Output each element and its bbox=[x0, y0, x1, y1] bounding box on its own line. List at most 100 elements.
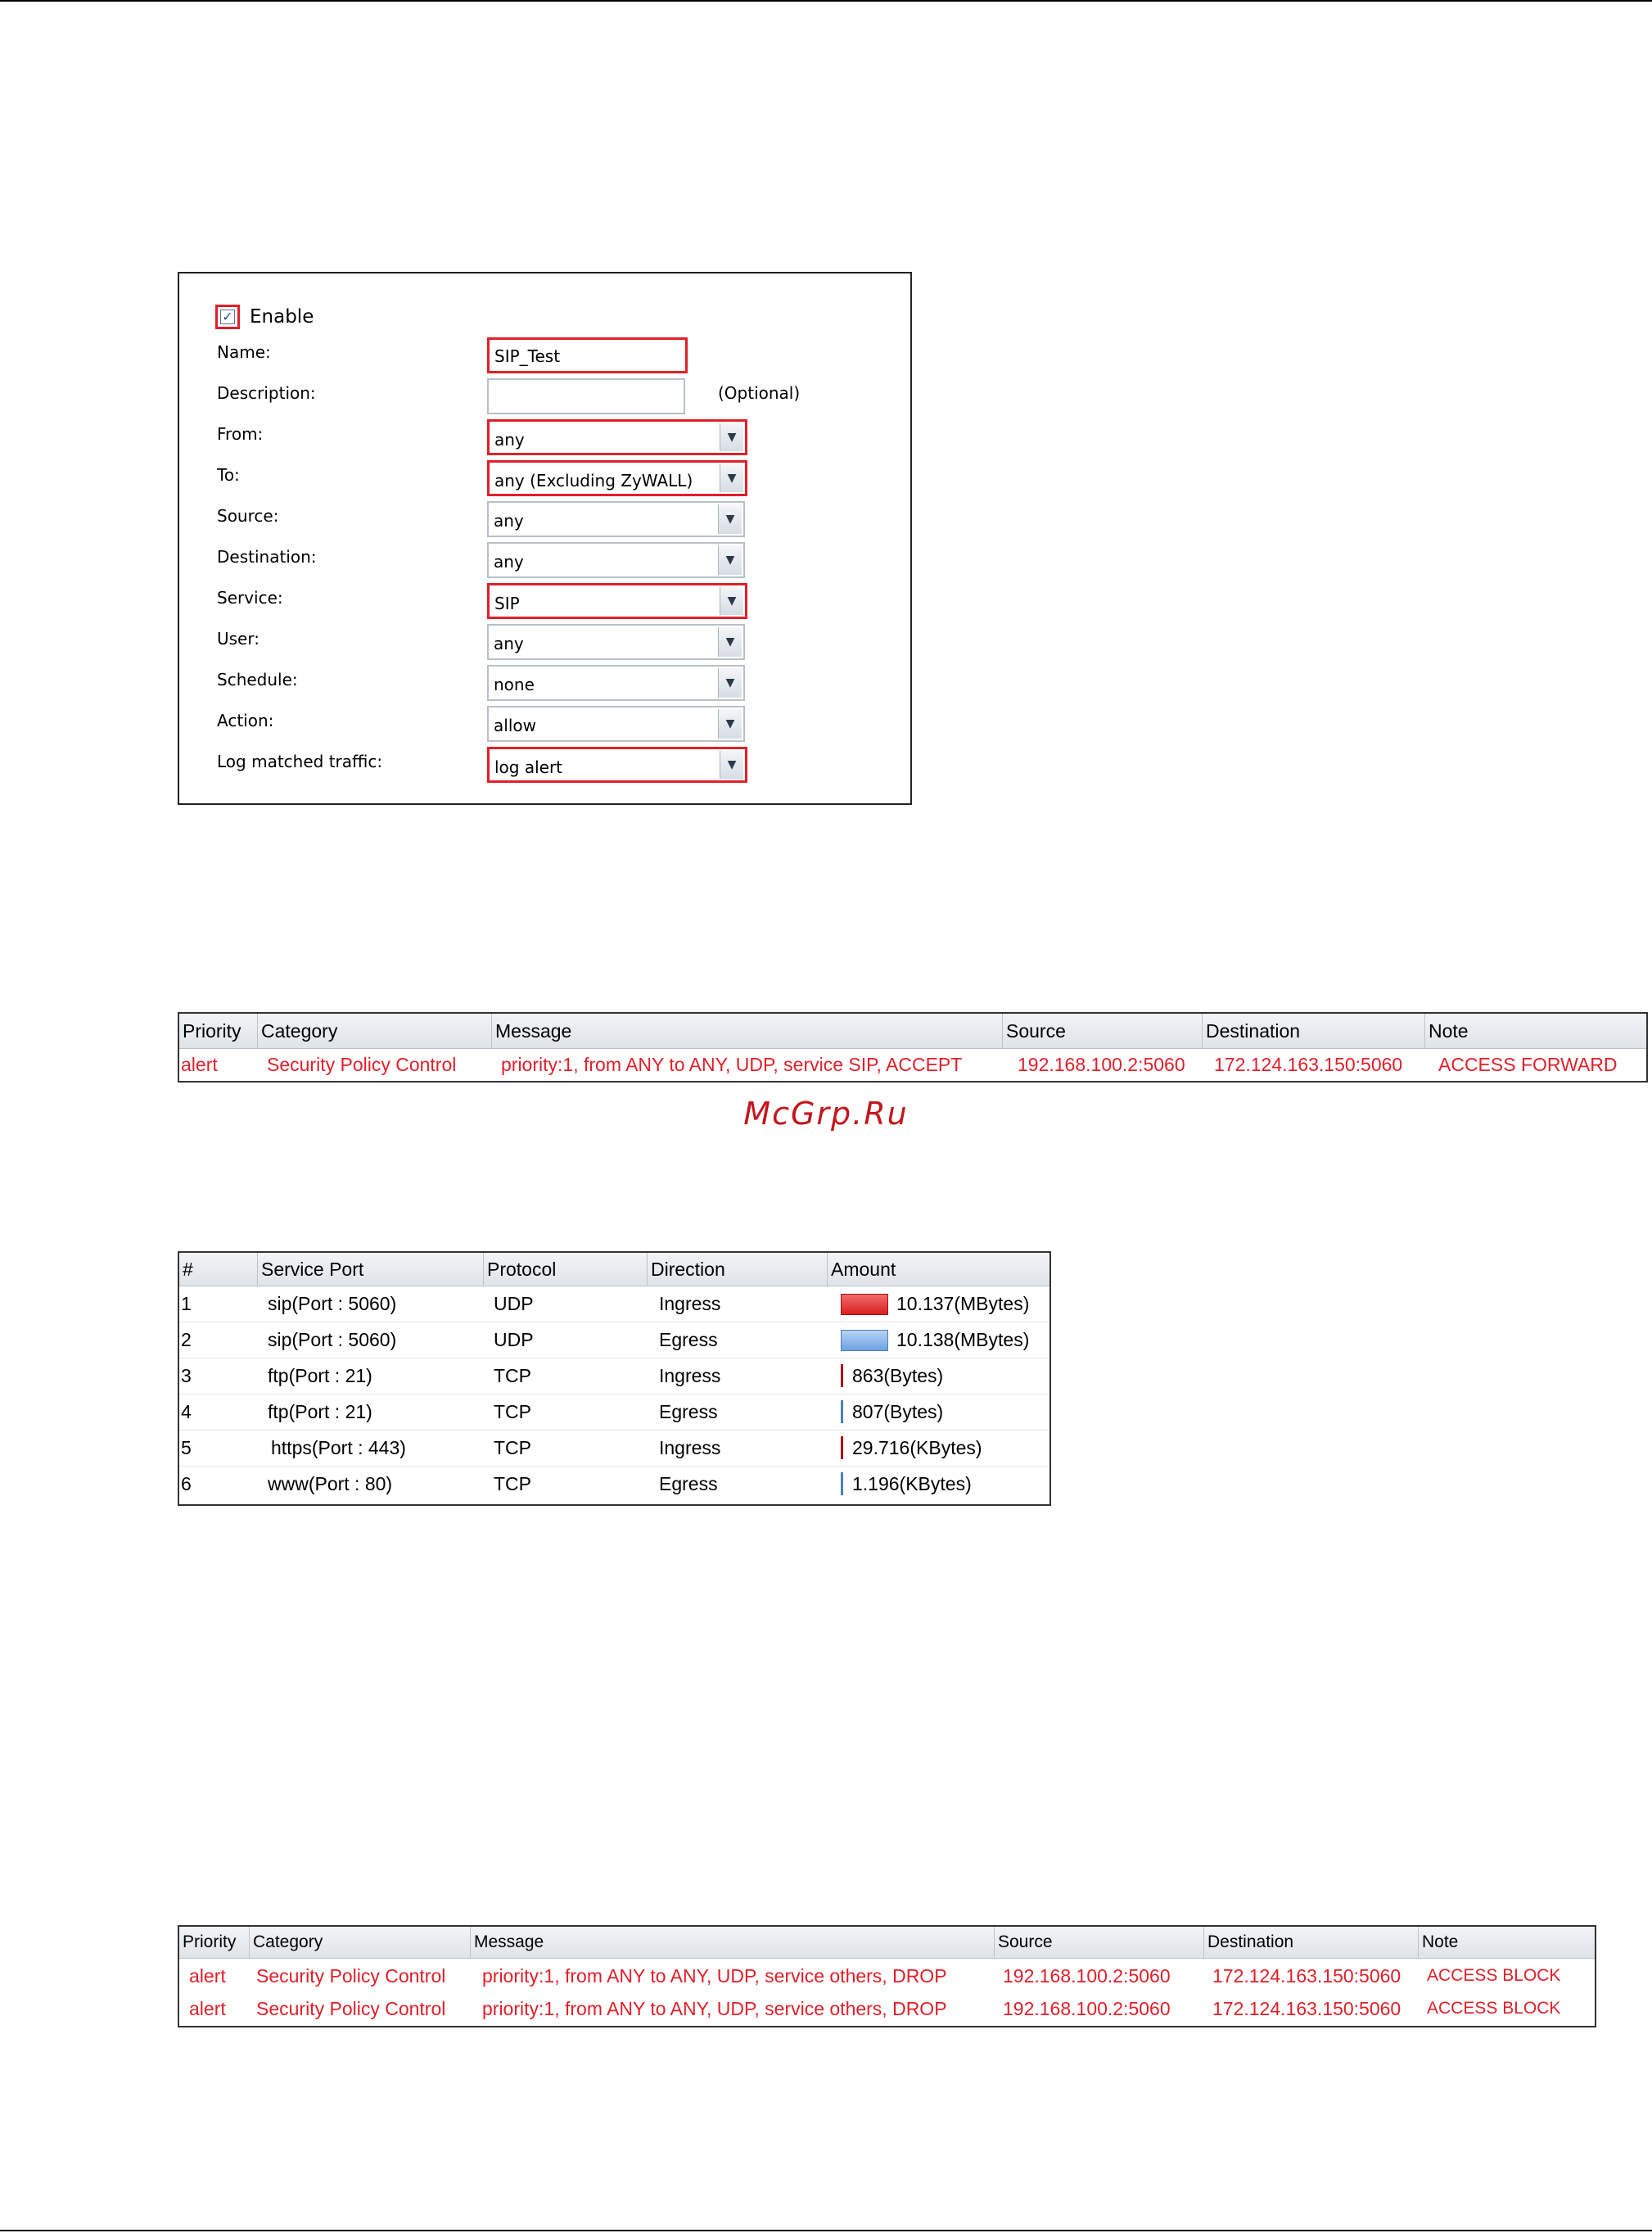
amount-cell: 1.196(KBytes) bbox=[852, 1473, 972, 1494]
table-row[interactable]: alert Security Policy Control priority:1… bbox=[179, 1992, 1595, 2025]
service-port-cell: sip(Port : 5060) bbox=[268, 1293, 397, 1314]
optional-hint: (Optional) bbox=[718, 383, 801, 403]
amount-cell: 863(Bytes) bbox=[852, 1365, 944, 1386]
column-header[interactable]: Source bbox=[995, 1927, 1204, 1958]
chevron-down-icon[interactable]: ▼ bbox=[720, 751, 743, 779]
table-row[interactable]: alert Security Policy Control priority:1… bbox=[179, 1960, 1595, 1992]
enable-label: Enable bbox=[250, 306, 314, 328]
column-header[interactable]: Source bbox=[1003, 1014, 1203, 1048]
protocol-cell: UDP bbox=[494, 1293, 534, 1314]
direction-cell: Egress bbox=[659, 1473, 718, 1494]
column-header[interactable]: Message bbox=[471, 1927, 995, 1958]
table-row[interactable]: 5 https(Port : 443) TCP Ingress 29.716(K… bbox=[179, 1430, 1049, 1467]
to-select[interactable]: any (Excluding ZyWALL) ▼ bbox=[487, 460, 747, 496]
action-select[interactable]: allow ▼ bbox=[487, 706, 745, 742]
from-select[interactable]: any ▼ bbox=[487, 419, 747, 455]
table-row[interactable]: 3 ftp(Port : 21) TCP Ingress 863(Bytes) bbox=[179, 1358, 1049, 1394]
from-label: From: bbox=[217, 424, 264, 444]
destination-select[interactable]: any ▼ bbox=[487, 542, 745, 578]
column-header[interactable]: # bbox=[179, 1253, 258, 1286]
destination-label: Destination: bbox=[217, 547, 317, 567]
column-header[interactable]: Service Port bbox=[258, 1253, 484, 1286]
service-port-cell: www(Port : 80) bbox=[268, 1473, 393, 1494]
description-row: Description: (Optional) bbox=[217, 378, 905, 414]
table-row[interactable]: alert Security Policy Control priority:1… bbox=[179, 1048, 1646, 1081]
log-value: log alert bbox=[494, 757, 563, 777]
description-input[interactable] bbox=[487, 378, 685, 414]
service-usage-table: # Service Port Protocol Direction Amount… bbox=[178, 1251, 1051, 1506]
column-header[interactable]: Protocol bbox=[484, 1253, 648, 1286]
egress-bar bbox=[841, 1472, 843, 1495]
category-cell: Security Policy Control bbox=[256, 1965, 446, 1987]
column-header[interactable]: Note bbox=[1425, 1014, 1648, 1048]
ingress-bar bbox=[841, 1364, 843, 1387]
message-cell: priority:1, from ANY to ANY, UDP, servic… bbox=[501, 1054, 963, 1075]
column-header[interactable]: Category bbox=[250, 1927, 471, 1958]
table-row[interactable]: 1 sip(Port : 5060) UDP Ingress 10.137(MB… bbox=[179, 1286, 1049, 1322]
column-header[interactable]: Message bbox=[492, 1014, 1003, 1048]
note-cell: ACCESS FORWARD bbox=[1438, 1054, 1618, 1075]
action-value: allow bbox=[494, 716, 536, 735]
name-row: Name: SIP_Test bbox=[217, 337, 905, 373]
watermark-text: McGrp.Ru bbox=[743, 1096, 909, 1132]
ingress-bar bbox=[841, 1436, 843, 1459]
column-header[interactable]: Destination bbox=[1204, 1927, 1419, 1958]
table-row[interactable]: 4 ftp(Port : 21) TCP Egress 807(Bytes) bbox=[179, 1394, 1049, 1431]
chevron-down-icon[interactable]: ▼ bbox=[720, 423, 743, 451]
protocol-cell: TCP bbox=[494, 1473, 531, 1494]
service-select[interactable]: SIP ▼ bbox=[487, 583, 747, 619]
direction-cell: Ingress bbox=[659, 1293, 721, 1314]
schedule-label: Schedule: bbox=[217, 670, 298, 689]
chevron-down-icon[interactable]: ▼ bbox=[720, 464, 743, 492]
service-label: Service: bbox=[217, 588, 283, 608]
column-header[interactable]: Note bbox=[1419, 1927, 1595, 1958]
table-header: Priority Category Message Source Destina… bbox=[179, 1927, 1595, 1959]
service-port-cell: ftp(Port : 21) bbox=[268, 1401, 372, 1422]
enable-row: ✓ Enable bbox=[215, 305, 314, 329]
bottom-rule bbox=[0, 2230, 1652, 2231]
ingress-bar bbox=[841, 1294, 888, 1315]
direction-cell: Egress bbox=[659, 1329, 718, 1350]
amount-cell: 29.716(KBytes) bbox=[852, 1437, 982, 1458]
column-header[interactable]: Priority bbox=[179, 1014, 258, 1048]
destination-cell: 172.124.163.150:5060 bbox=[1214, 1054, 1403, 1075]
column-header[interactable]: Priority bbox=[179, 1927, 250, 1958]
amount-cell: 10.137(MBytes) bbox=[896, 1293, 1030, 1314]
enable-checkbox[interactable]: ✓ bbox=[220, 310, 235, 324]
schedule-select[interactable]: none ▼ bbox=[487, 665, 745, 701]
log-label: Log matched traffic: bbox=[217, 752, 383, 771]
chevron-down-icon[interactable]: ▼ bbox=[720, 587, 743, 615]
user-select[interactable]: any ▼ bbox=[487, 624, 745, 660]
protocol-cell: TCP bbox=[494, 1365, 531, 1386]
table-header: Priority Category Message Source Destina… bbox=[179, 1014, 1646, 1049]
name-input[interactable]: SIP_Test bbox=[487, 337, 688, 373]
protocol-cell: TCP bbox=[494, 1437, 531, 1458]
chevron-down-icon[interactable]: ▼ bbox=[718, 709, 742, 739]
chevron-down-icon[interactable]: ▼ bbox=[718, 504, 742, 534]
source-cell: 192.168.100.2:5060 bbox=[1003, 1965, 1171, 1987]
action-label: Action: bbox=[217, 711, 274, 730]
destination-value: any bbox=[494, 552, 524, 572]
protocol-cell: TCP bbox=[494, 1401, 531, 1422]
table-header: # Service Port Protocol Direction Amount bbox=[179, 1253, 1049, 1286]
column-header[interactable]: Direction bbox=[648, 1253, 828, 1286]
source-select[interactable]: any ▼ bbox=[487, 501, 745, 537]
column-header[interactable]: Destination bbox=[1203, 1014, 1425, 1048]
column-header[interactable]: Amount bbox=[828, 1253, 1049, 1286]
column-header[interactable]: Category bbox=[258, 1014, 492, 1048]
destination-cell: 172.124.163.150:5060 bbox=[1212, 1998, 1401, 2019]
table-row[interactable]: 2 sip(Port : 5060) UDP Egress 10.138(MBy… bbox=[179, 1322, 1049, 1358]
chevron-down-icon[interactable]: ▼ bbox=[718, 545, 742, 575]
service-row: Service: SIP ▼ bbox=[217, 583, 905, 619]
table-row[interactable]: 6 www(Port : 80) TCP Egress 1.196(KBytes… bbox=[179, 1466, 1049, 1502]
source-row: Source: any ▼ bbox=[217, 501, 905, 537]
action-row: Action: allow ▼ bbox=[217, 706, 905, 742]
message-cell: priority:1, from ANY to ANY, UDP, servic… bbox=[482, 1965, 947, 1987]
chevron-down-icon[interactable]: ▼ bbox=[718, 668, 742, 698]
to-label: To: bbox=[217, 465, 240, 485]
log-select[interactable]: log alert ▼ bbox=[487, 747, 747, 783]
chevron-down-icon[interactable]: ▼ bbox=[718, 627, 742, 657]
user-label: User: bbox=[217, 629, 260, 649]
direction-cell: Egress bbox=[659, 1401, 718, 1422]
priority-cell: alert bbox=[189, 1965, 226, 1987]
